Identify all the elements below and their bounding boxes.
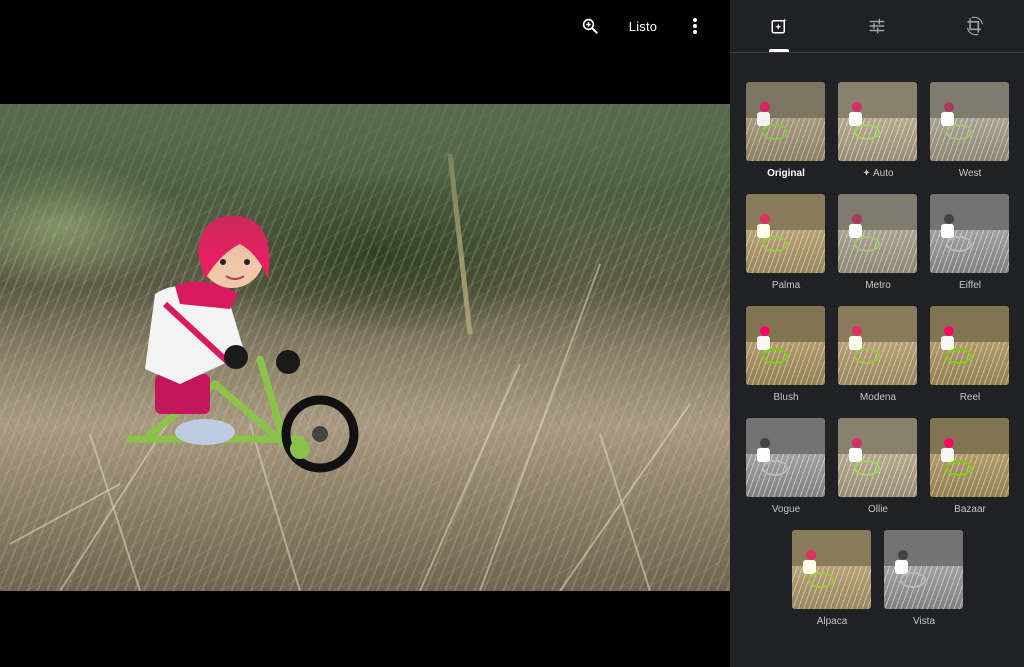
filter-thumbnail [930,418,1009,497]
filter-thumbnail [746,306,825,385]
filter-label: Ollie [867,504,888,515]
filter-thumbnail [930,194,1009,273]
filter-ollie[interactable]: Ollie [838,418,918,515]
filter-thumbnail [930,306,1009,385]
filter-thumbnail [838,418,917,497]
filter-label: West [958,168,982,179]
toy-cyclist-illustration [9,153,691,591]
tab-filters[interactable] [730,0,828,52]
filter-metro[interactable]: Metro [838,194,918,291]
filter-thumbnail [838,82,917,161]
filter-thumbnail [746,418,825,497]
filter-palma[interactable]: Palma [746,194,826,291]
filter-original[interactable]: Original [746,82,826,179]
filter-label: Palma [771,280,801,291]
crop-rotate-icon [966,16,984,36]
filter-bazaar[interactable]: Bazaar [930,418,1010,515]
tab-crop-rotate[interactable] [926,0,1024,52]
filter-label: Original [767,168,805,179]
filter-label: Metro [865,280,891,291]
photo-filter-icon [771,18,787,34]
filter-label: Eiffel [958,280,982,291]
photo-stage: Listo [0,0,730,667]
filter-reel[interactable]: Reel [930,306,1010,403]
edited-photo [0,104,730,591]
zoom-in-button[interactable] [575,0,605,52]
filter-vogue[interactable]: Vogue [746,418,826,515]
filter-thumbnail [838,194,917,273]
filter-auto[interactable]: ✦ Auto [838,82,918,179]
edit-tabs [730,0,1024,53]
filter-alpaca[interactable]: Alpaca [792,530,872,627]
filter-label: Reel [959,392,981,403]
filter-label: Vogue [771,504,801,515]
filter-label: Modena [859,392,897,403]
filter-label: Auto [873,168,894,179]
filter-vista[interactable]: Vista [884,530,964,627]
filter-label: Bazaar [954,504,986,515]
selected-tab-indicator [769,49,789,52]
filter-thumbnail [746,82,825,161]
filter-thumbnail [838,306,917,385]
more-vert-icon [693,18,697,34]
filter-thumbnail [884,530,963,609]
top-toolbar: Listo [0,0,730,52]
tune-sliders-icon [869,18,885,34]
zoom-in-icon [582,18,598,34]
filter-label: Vista [912,616,936,627]
filter-label: Alpaca [816,616,848,627]
done-button[interactable]: Listo [620,0,666,52]
edit-panel: Original ✦ Auto West Palma Metro Eiffel … [730,0,1024,667]
filter-west[interactable]: West [930,82,1010,179]
filter-thumbnail [746,194,825,273]
filter-thumbnail [792,530,871,609]
sparkle-icon: ✦ [862,168,874,179]
tab-adjust[interactable] [828,0,926,52]
more-options-button[interactable] [683,0,707,52]
filter-eiffel[interactable]: Eiffel [930,194,1010,291]
filter-blush[interactable]: Blush [746,306,826,403]
filter-modena[interactable]: Modena [838,306,918,403]
filter-label: Blush [773,392,799,403]
filter-thumbnail [930,82,1009,161]
